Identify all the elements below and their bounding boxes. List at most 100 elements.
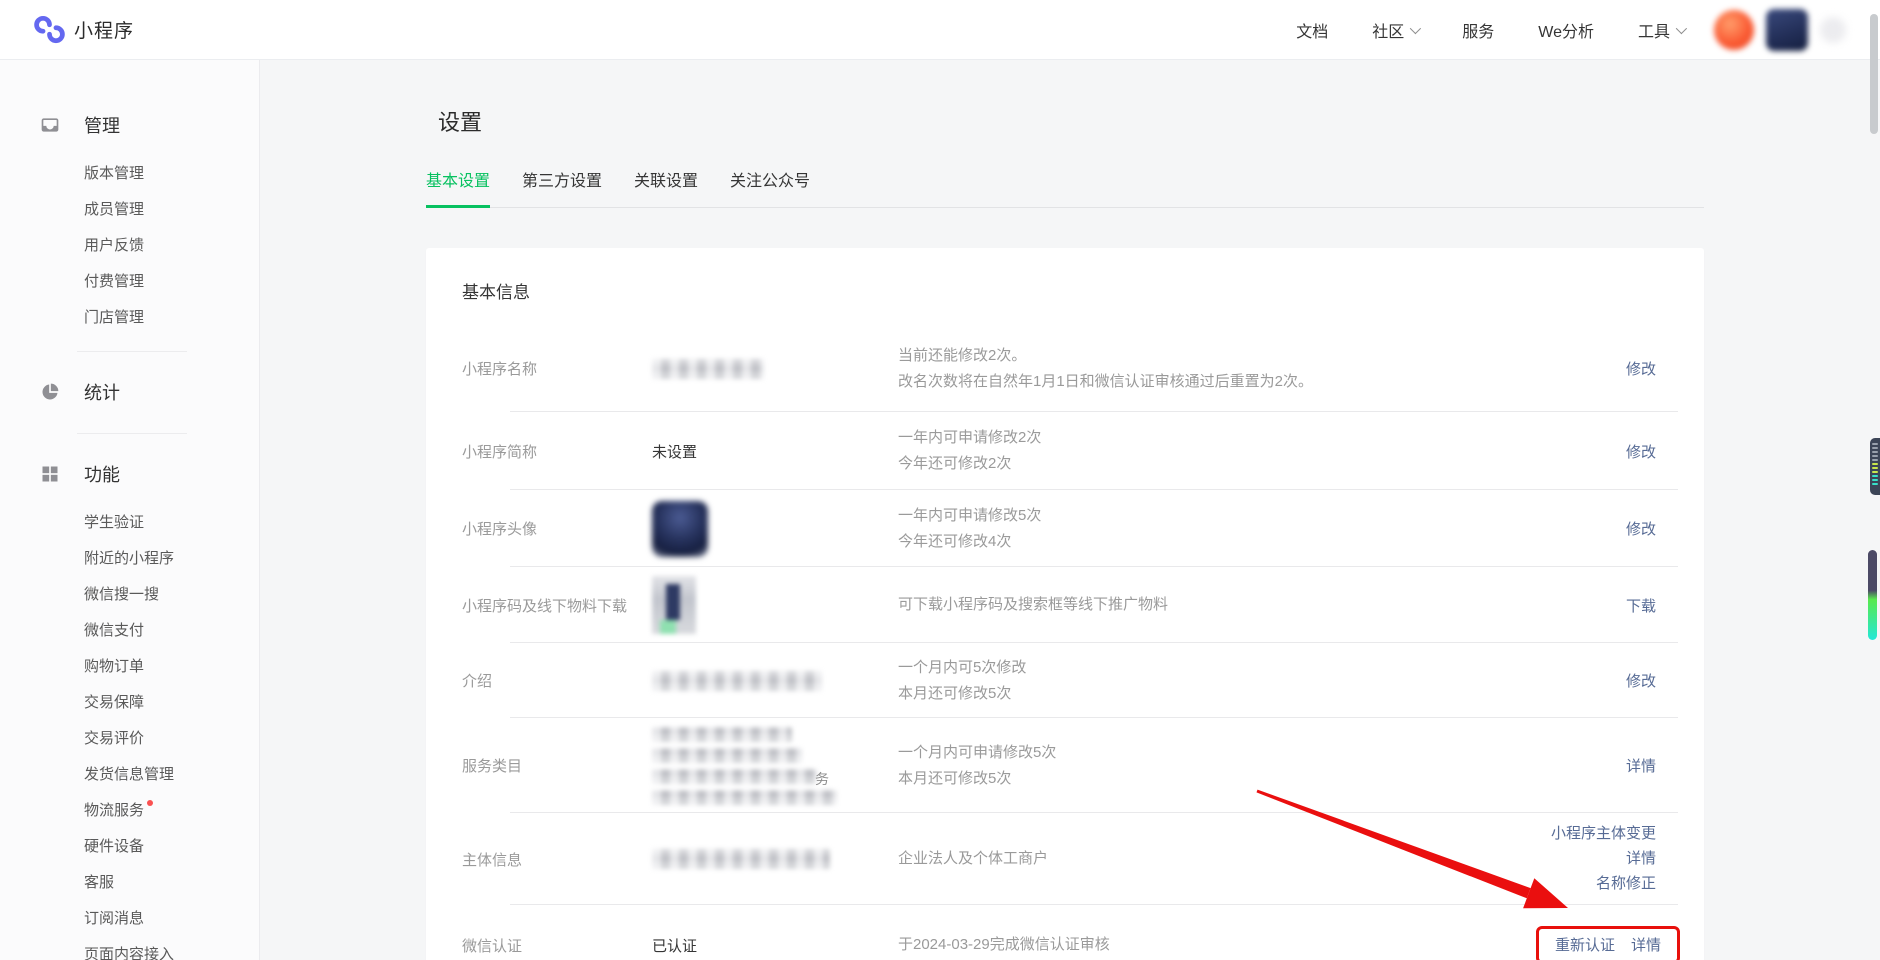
settings-row: 小程序名称当前还能修改2次。改名次数将在自然年1月1日和微信认证审核通过后重置为…	[462, 325, 1656, 412]
action-link[interactable]: 名称修正	[1596, 875, 1656, 893]
sidebar-group-label: 管理	[84, 112, 120, 138]
row-actions: 修改	[1626, 670, 1656, 691]
sidebar-item[interactable]: 客服	[0, 875, 114, 890]
pie-chart-icon	[40, 382, 60, 402]
nav-item-label: We分析	[1538, 18, 1594, 42]
sidebar-item-label: 学生验证	[84, 514, 144, 531]
sidebar-item[interactable]: 用户反馈	[0, 238, 144, 253]
action-link[interactable]: 小程序主体变更	[1551, 825, 1656, 843]
sidebar-item[interactable]: 交易评价	[0, 731, 144, 746]
header-avatars	[1714, 9, 1846, 51]
sidebar-group-label: 功能	[84, 461, 120, 487]
row-description: 企业法人及个体工商户	[898, 846, 1551, 872]
row-description: 于2024-03-29完成微信认证审核	[898, 932, 1536, 958]
row-actions: 修改	[1626, 358, 1656, 379]
action-link[interactable]: 详情	[1631, 934, 1661, 955]
sidebar-group-2[interactable]: 统计	[0, 379, 259, 405]
main-content: 设置 基本设置第三方设置关联设置关注公众号 基本信息 小程序名称当前还能修改2次…	[260, 60, 1880, 960]
sidebar-item[interactable]: 发货信息管理	[0, 767, 174, 782]
action-link[interactable]: 重新认证	[1555, 934, 1615, 955]
action-link[interactable]: 修改	[1626, 518, 1656, 539]
sidebar-item-label: 发货信息管理	[84, 766, 174, 783]
sidebar-item-label: 交易保障	[84, 694, 144, 711]
nav-item-1[interactable]: 文档	[1296, 18, 1328, 42]
action-link[interactable]: 下载	[1626, 595, 1656, 616]
action-link[interactable]: 修改	[1626, 358, 1656, 379]
nav-item-5[interactable]: 工具	[1638, 18, 1684, 42]
tab-1[interactable]: 基本设置	[426, 167, 490, 208]
sidebar-item[interactable]: 购物订单	[0, 659, 144, 674]
row-description: 一年内可申请修改2次今年还可修改2次	[898, 425, 1626, 477]
row-label: 小程序简称	[462, 441, 652, 462]
settings-tabs: 基本设置第三方设置关联设置关注公众号	[426, 167, 1704, 208]
redacted-category-list: 务	[652, 727, 898, 805]
action-link[interactable]: 修改	[1626, 670, 1656, 691]
row-description-line: 今年还可修改2次	[898, 451, 1626, 477]
scrollbar-thumb[interactable]	[1870, 14, 1878, 134]
sidebar-item[interactable]: 订阅消息	[0, 911, 144, 926]
nav-item-3[interactable]: 服务	[1462, 18, 1494, 42]
settings-row: 微信认证已认证于2024-03-29完成微信认证审核重新认证详情	[462, 905, 1656, 960]
row-label: 介绍	[462, 670, 652, 691]
row-actions: 下载	[1626, 595, 1656, 616]
row-value	[652, 501, 898, 557]
sidebar-item-label: 交易评价	[84, 730, 144, 747]
redacted-value	[652, 671, 822, 691]
row-label: 小程序头像	[462, 518, 652, 539]
row-description-line: 今年还可修改4次	[898, 529, 1626, 555]
logo-text: 小程序	[74, 16, 134, 43]
inbox-icon	[40, 115, 60, 135]
row-description-line: 一年内可申请修改2次	[898, 425, 1626, 451]
nav-item-2[interactable]: 社区	[1372, 18, 1418, 42]
row-description-line: 改名次数将在自然年1月1日和微信认证审核通过后重置为2次。	[898, 369, 1626, 395]
nav-item-4[interactable]: We分析	[1538, 18, 1594, 42]
sidebar-item[interactable]: 硬件设备	[0, 839, 144, 854]
row-description-line: 当前还能修改2次。	[898, 343, 1626, 369]
sidebar-item-label: 物流服务	[84, 802, 144, 819]
sidebar-item-label: 微信搜一搜	[84, 586, 159, 603]
sidebar-item-label: 付费管理	[84, 273, 144, 290]
sidebar-group-3[interactable]: 功能	[0, 461, 259, 487]
sidebar-item[interactable]: 版本管理	[0, 166, 144, 181]
sidebar-item[interactable]: 付费管理	[0, 274, 144, 289]
redacted-value	[652, 727, 792, 742]
tab-2[interactable]: 第三方设置	[522, 167, 602, 207]
sidebar-item-label: 页面内容接入	[84, 946, 174, 960]
sidebar-group-1[interactable]: 管理	[0, 112, 259, 138]
redacted-value	[652, 748, 802, 763]
row-value: 已认证	[652, 935, 898, 956]
row-actions: 重新认证详情	[1536, 926, 1656, 960]
nav-item-label: 社区	[1372, 18, 1404, 42]
redacted-value	[652, 359, 764, 379]
settings-row: 介绍一个月内可5次修改本月还可修改5次修改	[462, 643, 1656, 718]
redacted-value	[652, 790, 837, 805]
redacted-value	[652, 849, 830, 869]
partially-visible-text: 务	[815, 769, 829, 789]
sidebar-item[interactable]: 附近的小程序	[0, 551, 174, 566]
action-link[interactable]: 修改	[1626, 441, 1656, 462]
sidebar-item[interactable]: 微信支付	[0, 623, 144, 638]
row-description-line: 于2024-03-29完成微信认证审核	[898, 932, 1536, 958]
action-link[interactable]: 详情	[1626, 850, 1656, 868]
sidebar-item[interactable]: 物流服务	[0, 803, 153, 818]
row-value: 未设置	[652, 441, 898, 462]
account-avatar[interactable]	[1714, 10, 1754, 50]
sidebar-item[interactable]: 微信搜一搜	[0, 587, 159, 602]
tab-4[interactable]: 关注公众号	[730, 167, 810, 207]
action-link[interactable]: 详情	[1626, 755, 1656, 776]
sidebar-item[interactable]: 成员管理	[0, 202, 144, 217]
sidebar-item[interactable]: 页面内容接入	[0, 947, 174, 960]
sidebar-item[interactable]: 学生验证	[0, 515, 144, 530]
tab-3[interactable]: 关联设置	[634, 167, 698, 207]
user-avatar[interactable]	[1766, 9, 1808, 51]
row-description-line: 可下载小程序码及搜索框等线下推广物料	[898, 592, 1626, 618]
settings-row: 服务类目务一个月内可申请修改5次本月还可修改5次详情	[462, 718, 1656, 813]
page-title: 设置	[438, 105, 1880, 137]
miniprogram-logo[interactable]: 小程序	[34, 14, 134, 45]
scroll-progress-pill	[1868, 550, 1877, 640]
row-description-line: 本月还可修改5次	[898, 766, 1626, 792]
sidebar-item-label: 微信支付	[84, 622, 144, 639]
sidebar-item[interactable]: 门店管理	[0, 310, 144, 325]
sidebar-item-label: 版本管理	[84, 165, 144, 182]
sidebar-item[interactable]: 交易保障	[0, 695, 144, 710]
